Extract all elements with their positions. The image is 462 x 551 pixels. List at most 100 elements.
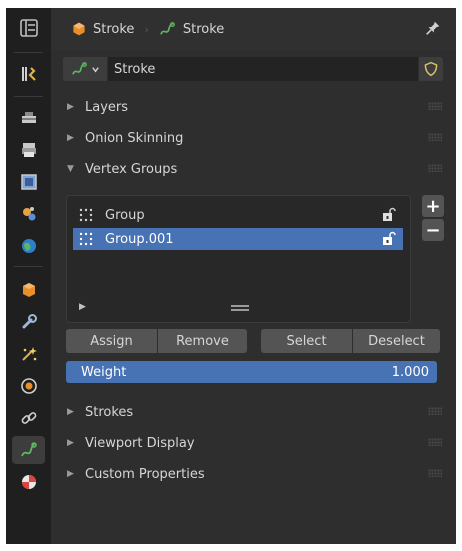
list-resize-grip-icon[interactable] bbox=[231, 305, 249, 311]
section-vertex-groups-label: Vertex Groups bbox=[85, 161, 178, 177]
select-deselect-group: Select Deselect bbox=[261, 329, 440, 353]
tab-separator bbox=[14, 52, 43, 53]
assign-label: Assign bbox=[90, 333, 133, 349]
fake-user-button[interactable] bbox=[419, 57, 443, 81]
remove-button[interactable]: Remove bbox=[158, 329, 247, 353]
chevron-down-icon bbox=[91, 66, 99, 72]
select-button[interactable]: Select bbox=[261, 329, 352, 353]
pin-icon bbox=[426, 21, 440, 35]
stroke-data-icon bbox=[20, 442, 37, 457]
assign-remove-group: Assign Remove bbox=[66, 329, 247, 353]
tab-separator bbox=[14, 96, 43, 97]
deselect-label: Deselect bbox=[368, 333, 425, 349]
tab-render[interactable] bbox=[12, 104, 45, 132]
tool-icon bbox=[21, 67, 36, 81]
weight-slider[interactable]: Weight 1.000 bbox=[66, 361, 437, 383]
breadcrumb-object: Stroke bbox=[71, 21, 134, 37]
vertex-group-name: Group bbox=[105, 207, 145, 223]
unlock-icon bbox=[383, 207, 396, 221]
tab-view-layer[interactable] bbox=[12, 168, 45, 196]
drag-handle-icon[interactable] bbox=[428, 133, 442, 141]
scene-icon bbox=[22, 207, 35, 221]
vertex-group-icon bbox=[79, 208, 93, 222]
collapsed-arrow-icon: ▶ bbox=[67, 133, 74, 143]
section-vertex-groups[interactable]: ▼ Vertex Groups bbox=[51, 155, 456, 183]
pin-button[interactable] bbox=[424, 19, 442, 41]
view-layer-icon bbox=[20, 174, 37, 190]
weight-value: 1.000 bbox=[391, 364, 429, 380]
tab-output[interactable] bbox=[12, 136, 45, 164]
drag-handle-icon[interactable] bbox=[428, 438, 442, 446]
collapsed-arrow-icon: ▶ bbox=[67, 469, 74, 479]
vertex-group-list: Group Group.001 ▶ bbox=[66, 195, 411, 323]
section-strokes-label: Strokes bbox=[85, 404, 134, 420]
object-icon bbox=[73, 22, 85, 36]
physics-icon bbox=[20, 378, 37, 394]
minus-icon: − bbox=[425, 219, 441, 241]
tab-world[interactable] bbox=[12, 232, 45, 260]
list-options-arrow-icon[interactable]: ▶ bbox=[79, 302, 86, 312]
section-onion-skinning[interactable]: ▶ Onion Skinning bbox=[51, 124, 456, 152]
properties-panel: Stroke › Stroke Stroke ▶ Layers ▶ Onion … bbox=[51, 8, 456, 544]
expanded-arrow-icon: ▼ bbox=[67, 164, 74, 174]
lock-toggle[interactable] bbox=[381, 207, 397, 227]
drag-handle-icon[interactable] bbox=[428, 102, 442, 110]
stroke-data-icon bbox=[159, 22, 175, 35]
tab-constraints[interactable] bbox=[12, 404, 45, 432]
properties-editor-icon bbox=[19, 19, 38, 37]
list-item[interactable]: Group.001 bbox=[73, 228, 403, 250]
tab-tool[interactable] bbox=[12, 60, 45, 88]
tab-separator bbox=[14, 266, 43, 267]
breadcrumb-separator: › bbox=[144, 22, 149, 36]
breadcrumb: Stroke › Stroke bbox=[51, 8, 456, 50]
vertex-group-icon bbox=[79, 232, 93, 246]
section-custom-properties-label: Custom Properties bbox=[85, 466, 205, 482]
datablock-name: Stroke bbox=[114, 61, 156, 77]
editor-type-button[interactable] bbox=[12, 14, 45, 42]
tab-scene[interactable] bbox=[12, 200, 45, 228]
drag-handle-icon[interactable] bbox=[428, 407, 442, 415]
render-icon bbox=[21, 112, 36, 123]
tab-effects[interactable] bbox=[12, 340, 45, 368]
collapsed-arrow-icon: ▶ bbox=[67, 407, 74, 417]
weight-label: Weight bbox=[81, 364, 127, 380]
unlock-icon bbox=[383, 231, 396, 245]
section-layers-label: Layers bbox=[85, 99, 129, 115]
add-vertex-group-button[interactable]: + bbox=[422, 195, 444, 217]
shield-icon bbox=[424, 61, 438, 77]
section-viewport-display[interactable]: ▶ Viewport Display bbox=[51, 429, 456, 457]
browse-datablock-button[interactable] bbox=[63, 57, 107, 81]
datablock-selector: Stroke bbox=[63, 57, 443, 81]
remove-vertex-group-button[interactable]: − bbox=[422, 219, 444, 241]
drag-handle-icon[interactable] bbox=[428, 469, 442, 477]
constraint-icon bbox=[21, 412, 36, 424]
remove-label: Remove bbox=[176, 333, 229, 349]
section-onion-label: Onion Skinning bbox=[85, 130, 184, 146]
world-icon bbox=[21, 239, 36, 253]
plus-icon: + bbox=[425, 195, 441, 217]
tab-modifiers[interactable] bbox=[12, 308, 45, 336]
collapsed-arrow-icon: ▶ bbox=[67, 102, 74, 112]
tab-data[interactable] bbox=[12, 436, 45, 464]
tab-object[interactable] bbox=[12, 276, 45, 304]
breadcrumb-data-label: Stroke bbox=[182, 21, 225, 37]
list-item[interactable]: Group bbox=[73, 204, 403, 226]
tab-physics[interactable] bbox=[12, 372, 45, 400]
sparkle-icon bbox=[21, 347, 37, 361]
deselect-button[interactable]: Deselect bbox=[353, 329, 440, 353]
section-viewport-display-label: Viewport Display bbox=[85, 435, 195, 451]
select-label: Select bbox=[286, 333, 327, 349]
wrench-icon bbox=[22, 314, 37, 329]
section-strokes[interactable]: ▶ Strokes bbox=[51, 398, 456, 426]
drag-handle-icon[interactable] bbox=[428, 164, 442, 172]
lock-toggle[interactable] bbox=[381, 231, 397, 251]
breadcrumb-data: Stroke bbox=[159, 21, 224, 37]
tab-material[interactable] bbox=[12, 468, 45, 496]
collapsed-arrow-icon: ▶ bbox=[67, 438, 74, 448]
datablock-name-field[interactable]: Stroke bbox=[108, 57, 418, 81]
output-icon bbox=[21, 143, 36, 157]
section-custom-properties[interactable]: ▶ Custom Properties bbox=[51, 460, 456, 488]
assign-button[interactable]: Assign bbox=[66, 329, 157, 353]
section-layers[interactable]: ▶ Layers bbox=[51, 93, 456, 121]
breadcrumb-object-label: Stroke bbox=[93, 21, 135, 37]
